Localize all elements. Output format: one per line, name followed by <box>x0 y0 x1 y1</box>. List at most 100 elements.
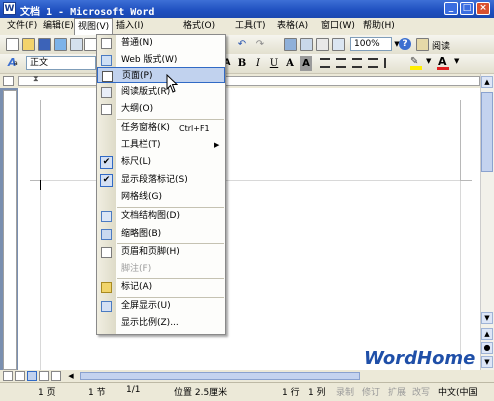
view-menu-item-markup[interactable]: 标记(A) <box>97 279 225 296</box>
mouse-pointer-icon <box>166 74 178 93</box>
normal-view-icon <box>101 38 112 49</box>
status-column: 1 列 <box>308 388 326 398</box>
tab-selector-icon[interactable] <box>3 76 14 86</box>
menu-format[interactable]: 格式(O) <box>180 18 218 35</box>
view-menu-item-thumbnails[interactable]: 缩略图(B) <box>97 226 225 243</box>
next-page-icon[interactable]: ▼ <box>481 356 493 368</box>
prev-page-icon[interactable]: ▲ <box>481 328 493 340</box>
minimize-button[interactable]: _ <box>444 2 458 15</box>
insert-table-icon[interactable] <box>316 38 329 51</box>
indent-marker-icon[interactable]: ⧗ <box>33 74 39 84</box>
menu-insert[interactable]: 插入(I) <box>113 18 147 35</box>
style-dropdown[interactable]: 正文 <box>26 56 96 70</box>
view-menu-item-outline[interactable]: 大纲(O) <box>97 101 225 118</box>
email-icon[interactable] <box>70 38 83 51</box>
document-area[interactable] <box>18 88 480 370</box>
view-menu-item-footnotes[interactable]: 脚注(F) <box>97 261 225 278</box>
zoom-dropdown[interactable]: 100% <box>350 37 392 51</box>
status-section: 1 节 <box>88 388 106 398</box>
web-layout-icon <box>101 55 112 66</box>
font-color-dropdown-arrow-icon[interactable]: ▼ <box>454 57 459 65</box>
margin-guide <box>30 180 40 181</box>
hscroll-thumb[interactable] <box>80 372 360 380</box>
align-right-icon[interactable] <box>352 58 362 68</box>
redo-icon[interactable]: ↷ <box>254 37 266 52</box>
horizontal-ruler[interactable] <box>18 76 480 86</box>
open-folder-icon[interactable] <box>22 38 35 51</box>
markup-icon <box>101 282 112 293</box>
view-menu-item-toolbars[interactable]: 工具栏(T) ▶ <box>97 137 225 154</box>
view-menu-item-gridlines[interactable]: 网格线(G) <box>97 189 225 206</box>
help-icon[interactable]: ? <box>399 38 411 50</box>
read-icon[interactable] <box>416 38 429 51</box>
view-menu-item-reading-layout[interactable]: 阅读版式(R) <box>97 84 225 101</box>
outline-view-icon <box>101 104 112 115</box>
view-menu-item-full-screen[interactable]: 全屏显示(U) <box>97 298 225 315</box>
menu-help[interactable]: 帮助(H) <box>360 18 398 35</box>
page-view-button-icon[interactable] <box>27 371 37 381</box>
italic-button[interactable]: I <box>252 56 264 71</box>
char-shading-button[interactable]: A <box>300 56 312 71</box>
scroll-down-icon[interactable]: ▼ <box>481 312 493 324</box>
scroll-thumb[interactable] <box>481 92 493 172</box>
justify-icon[interactable] <box>368 58 378 68</box>
status-trk[interactable]: 修订 <box>362 385 380 398</box>
menu-window[interactable]: 窗口(W) <box>318 18 358 35</box>
text-cursor <box>40 180 41 190</box>
browse-object-icon[interactable]: ● <box>481 342 493 354</box>
menu-view[interactable]: 视图(V) <box>74 18 114 35</box>
vertical-ruler[interactable] <box>3 90 17 370</box>
menu-table[interactable]: 表格(A) <box>274 18 311 35</box>
scroll-left-icon[interactable]: ◀ <box>66 371 76 381</box>
word-app-icon[interactable]: W <box>3 2 16 15</box>
status-rec[interactable]: 录制 <box>336 385 354 398</box>
menu-file[interactable]: 文件(F) <box>4 18 40 35</box>
header-footer-icon <box>101 247 112 258</box>
status-ovr[interactable]: 改写 <box>412 385 430 398</box>
view-menu-item-normal[interactable]: 普通(N) <box>97 35 225 52</box>
new-document-icon[interactable] <box>6 38 19 51</box>
underline-button[interactable]: U <box>268 56 280 71</box>
status-page: 1 页 <box>38 388 56 398</box>
menu-tools[interactable]: 工具(T) <box>232 18 269 35</box>
outline-view-button-icon[interactable] <box>39 371 49 381</box>
undo-icon[interactable]: ↶ <box>236 37 248 52</box>
status-position: 位置 2.5厘米 <box>174 388 228 398</box>
bold-button[interactable]: B <box>236 56 248 71</box>
view-menu-item-header-footer[interactable]: 页眉和页脚(H) <box>97 244 225 261</box>
status-line: 1 行 <box>282 388 300 398</box>
hyperlink-icon[interactable] <box>284 38 297 51</box>
highlight-dropdown-arrow-icon[interactable]: ▼ <box>426 57 431 65</box>
close-button[interactable]: × <box>476 2 490 15</box>
reading-view-button-icon[interactable] <box>51 371 61 381</box>
tables-borders-icon[interactable] <box>300 38 313 51</box>
status-ext[interactable]: 扩展 <box>388 385 406 398</box>
normal-view-button-icon[interactable] <box>3 371 13 381</box>
maximize-button[interactable]: □ <box>460 2 474 15</box>
reading-layout-icon <box>101 87 112 98</box>
scroll-up-icon[interactable]: ▲ <box>481 76 493 88</box>
text-boundary-right <box>460 181 461 370</box>
font-color-bar <box>437 67 449 70</box>
web-view-button-icon[interactable] <box>15 371 25 381</box>
document-map-icon <box>101 211 112 222</box>
margin-guide <box>460 180 472 181</box>
view-menu-item-page-layout[interactable]: 页面(P) <box>97 67 225 83</box>
view-menu-item-show-paragraph-marks[interactable]: ✔ 显示段落标记(S) <box>97 172 225 189</box>
align-left-icon[interactable] <box>320 58 330 68</box>
save-icon[interactable] <box>38 38 51 51</box>
menu-edit[interactable]: 编辑(E) <box>40 18 77 35</box>
view-menu-item-ruler[interactable]: ✔ 标尺(L) <box>97 154 225 171</box>
indent-icon[interactable] <box>384 58 394 68</box>
permission-icon[interactable] <box>54 38 67 51</box>
columns-icon[interactable] <box>332 38 345 51</box>
checkmark-icon: ✔ <box>100 174 113 187</box>
char-border-button[interactable]: A <box>284 56 296 71</box>
margin-guide <box>460 100 461 180</box>
view-menu-item-document-map[interactable]: 文档结构图(D) <box>97 208 225 225</box>
highlight-icon[interactable]: ✎ <box>410 56 418 67</box>
align-center-icon[interactable] <box>336 58 346 68</box>
view-menu-item-task-pane[interactable]: 任务窗格(K) Ctrl+F1 <box>97 120 225 137</box>
view-menu-item-zoom[interactable]: 显示比例(Z)... <box>97 315 225 332</box>
read-button-label[interactable]: 阅读 <box>432 39 450 52</box>
